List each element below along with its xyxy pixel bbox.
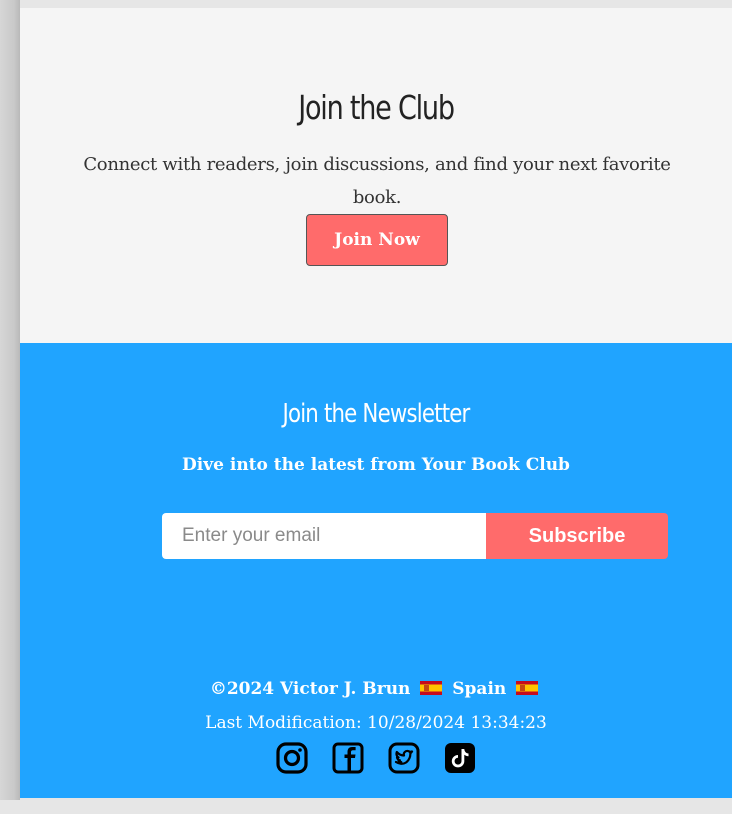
newsletter-title: Join the Newsletter (282, 399, 471, 429)
join-now-button[interactable]: Join Now (306, 214, 448, 266)
newsletter-section: Join the Newsletter Dive into the latest… (20, 343, 732, 798)
facebook-icon[interactable] (331, 741, 365, 775)
page: Join the Club Connect with readers, join… (20, 8, 732, 798)
social-links (20, 741, 732, 777)
copyright-text: ©2024 Victor J. Brun (209, 679, 411, 699)
instagram-icon[interactable] (275, 741, 309, 775)
spain-flag-icon (516, 681, 539, 695)
club-title: Join the Club (298, 88, 455, 127)
country-text: Spain (452, 679, 507, 699)
club-description: Connect with readers, join discussions, … (83, 154, 671, 208)
copyright-line: ©2024 Victor J. Brun Spain (20, 679, 732, 699)
twitter-icon[interactable] (387, 741, 421, 775)
browser-viewport: Join the Club Connect with readers, join… (0, 0, 732, 814)
window-edge (0, 0, 20, 800)
join-club-section: Join the Club Connect with readers, join… (20, 8, 732, 343)
spain-flag-icon (420, 681, 443, 695)
last-modification: Last Modification: 10/28/2024 13:34:23 (205, 713, 547, 733)
newsletter-tagline: Dive into the latest from Your Book Club (182, 455, 570, 475)
tiktok-icon[interactable] (443, 741, 477, 775)
subscribe-button[interactable]: Subscribe (486, 513, 668, 559)
email-input[interactable] (162, 513, 486, 559)
